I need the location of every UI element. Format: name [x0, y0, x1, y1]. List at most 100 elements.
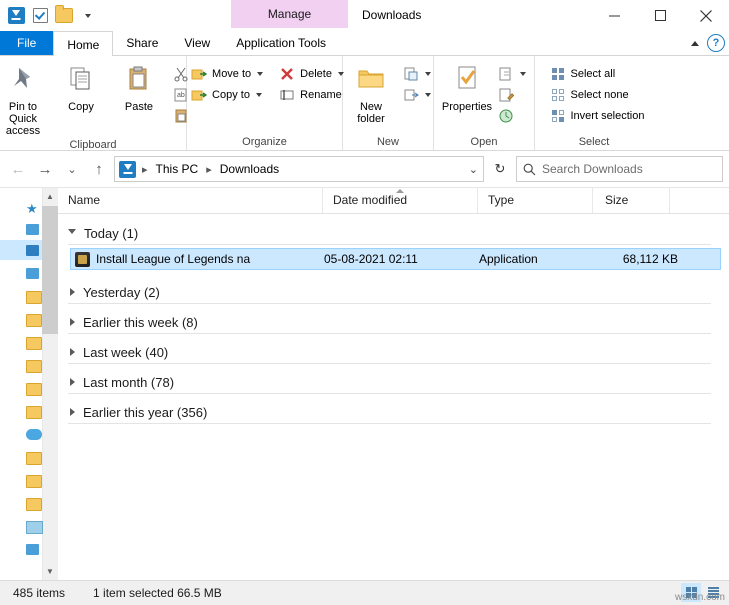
group-header-today[interactable]: Today (1)	[58, 218, 729, 248]
nav-folder-icon[interactable]	[26, 337, 40, 351]
copy-button[interactable]: Copy	[52, 61, 110, 113]
properties-button[interactable]: Properties	[439, 61, 495, 114]
new-folder-icon[interactable]	[53, 5, 75, 27]
chevron-right-icon[interactable]	[70, 378, 75, 386]
nav-folder-icon[interactable]	[26, 406, 40, 420]
nav-scroll-down-icon[interactable]: ▼	[42, 563, 58, 580]
tab-share[interactable]: Share	[113, 31, 171, 55]
nav-folder-icon[interactable]	[26, 475, 40, 489]
copy-to-button[interactable]: Copy to	[188, 86, 266, 104]
back-button[interactable]: ←	[6, 157, 30, 181]
open-button[interactable]	[495, 65, 529, 83]
group-header-earlier-this-week[interactable]: Earlier this week (8)	[58, 307, 729, 337]
search-input[interactable]: Search Downloads	[516, 156, 723, 182]
nav-scroll-up-icon[interactable]: ▲	[42, 188, 58, 205]
table-row[interactable]: Install League of Legends na 05-08-2021 …	[70, 248, 721, 270]
address-field[interactable]: ▸ This PC ▸ Downloads ⌄	[114, 156, 484, 182]
new-item-button[interactable]	[400, 65, 434, 83]
column-header-date-label: Date modified	[333, 193, 407, 207]
nav-folder-icon[interactable]	[26, 314, 40, 328]
chevron-up-icon[interactable]	[691, 41, 699, 46]
delete-button[interactable]: Delete	[276, 65, 347, 83]
nav-folder-icon[interactable]	[26, 360, 40, 374]
group-label: Last month (78)	[83, 375, 174, 390]
select-none-label: Select none	[571, 89, 629, 101]
new-folder-button[interactable]: New folder	[342, 61, 400, 125]
chevron-down-icon[interactable]	[520, 72, 526, 76]
file-list[interactable]: Name Date modified Type Size Today (1)	[58, 188, 729, 580]
group-header-earlier-this-year[interactable]: Earlier this year (356)	[58, 397, 729, 427]
maximize-button[interactable]	[637, 0, 683, 31]
select-none-button[interactable]: Select none	[547, 86, 648, 104]
column-header-type[interactable]: Type	[478, 188, 593, 213]
column-header-name[interactable]: Name	[58, 188, 323, 213]
tab-file[interactable]: File	[0, 31, 53, 55]
easy-access-button[interactable]	[400, 86, 434, 104]
chevron-right-icon[interactable]	[70, 288, 75, 296]
up-button[interactable]: ↑	[87, 157, 111, 181]
forward-button[interactable]: →	[33, 157, 57, 181]
column-header-date-modified[interactable]: Date modified	[323, 188, 478, 213]
nav-folder-icon[interactable]	[26, 498, 40, 512]
navigation-pane[interactable]: ▲ ▼ ★	[0, 188, 58, 580]
select-all-button[interactable]: Select all	[547, 65, 648, 83]
minimize-button[interactable]	[591, 0, 637, 31]
properties-check-icon[interactable]	[29, 5, 51, 27]
copy-to-label: Copy to	[212, 89, 250, 101]
group-header-last-month[interactable]: Last month (78)	[58, 367, 729, 397]
column-header-size[interactable]: Size	[593, 188, 670, 213]
nav-folder-icon[interactable]	[26, 383, 40, 397]
chevron-down-icon[interactable]	[68, 229, 76, 238]
properties-icon	[452, 64, 482, 97]
group-label: Earlier this week (8)	[83, 315, 198, 330]
search-icon	[523, 163, 536, 176]
downloads-nav-icon[interactable]	[26, 245, 40, 259]
chevron-right-icon[interactable]	[70, 318, 75, 326]
downloads-icon[interactable]	[5, 5, 27, 27]
chevron-right-icon[interactable]	[70, 408, 75, 416]
tab-application-tools[interactable]: Application Tools	[223, 31, 339, 55]
window-controls	[591, 0, 729, 31]
group-header-yesterday[interactable]: Yesterday (2)	[58, 277, 729, 307]
breadcrumb-this-pc[interactable]: This PC	[154, 162, 201, 176]
close-button[interactable]	[683, 0, 729, 31]
nav-item-icon[interactable]	[26, 268, 40, 282]
contextual-tab-manage[interactable]: Manage	[231, 0, 348, 28]
customize-qat-icon[interactable]	[77, 5, 99, 27]
pin-to-quick-access-button[interactable]: Pin to Quick access	[0, 61, 52, 137]
file-name-cell[interactable]: Install League of Legends na	[71, 252, 324, 267]
edit-button[interactable]	[495, 86, 529, 104]
invert-selection-button[interactable]: Invert selection	[547, 107, 648, 125]
chevron-down-icon[interactable]	[256, 93, 262, 97]
chevron-down-icon[interactable]	[257, 72, 263, 76]
group-label-clipboard: Clipboard	[69, 137, 116, 153]
nav-folder-icon[interactable]	[26, 452, 40, 466]
chevron-right-icon[interactable]	[70, 348, 75, 356]
breadcrumb-downloads[interactable]: Downloads	[218, 162, 281, 176]
open-small-buttons	[495, 61, 529, 125]
quick-access-star-icon[interactable]: ★	[26, 202, 40, 216]
nav-folder-icon[interactable]	[26, 291, 40, 305]
this-pc-icon[interactable]	[26, 521, 40, 535]
chevron-down-icon[interactable]	[425, 72, 431, 76]
onedrive-icon[interactable]	[26, 429, 40, 443]
content-area: ▲ ▼ ★ Name	[0, 187, 729, 580]
ribbon-group-new: New folder New	[343, 56, 434, 150]
ribbon-group-organize: Move to Copy to Delete	[187, 56, 343, 150]
recent-locations-button[interactable]: ⌄	[60, 157, 84, 181]
paste-button[interactable]: Paste	[110, 61, 168, 113]
group-header-last-week[interactable]: Last week (40)	[58, 337, 729, 367]
search-placeholder: Search Downloads	[542, 162, 643, 176]
address-dropdown-icon[interactable]: ⌄	[469, 163, 478, 176]
nav-item-icon[interactable]	[26, 544, 40, 558]
refresh-button[interactable]: ↻	[487, 157, 513, 181]
nav-pane-scroll-thumb[interactable]	[42, 206, 58, 334]
history-button[interactable]	[495, 107, 529, 125]
chevron-down-icon[interactable]	[425, 93, 431, 97]
help-icon[interactable]: ?	[707, 34, 725, 52]
rename-button[interactable]: Rename	[276, 86, 347, 104]
move-to-button[interactable]: Move to	[188, 65, 266, 83]
nav-item-icon[interactable]	[26, 224, 40, 238]
tab-home[interactable]: Home	[53, 31, 113, 57]
tab-view[interactable]: View	[171, 31, 223, 55]
